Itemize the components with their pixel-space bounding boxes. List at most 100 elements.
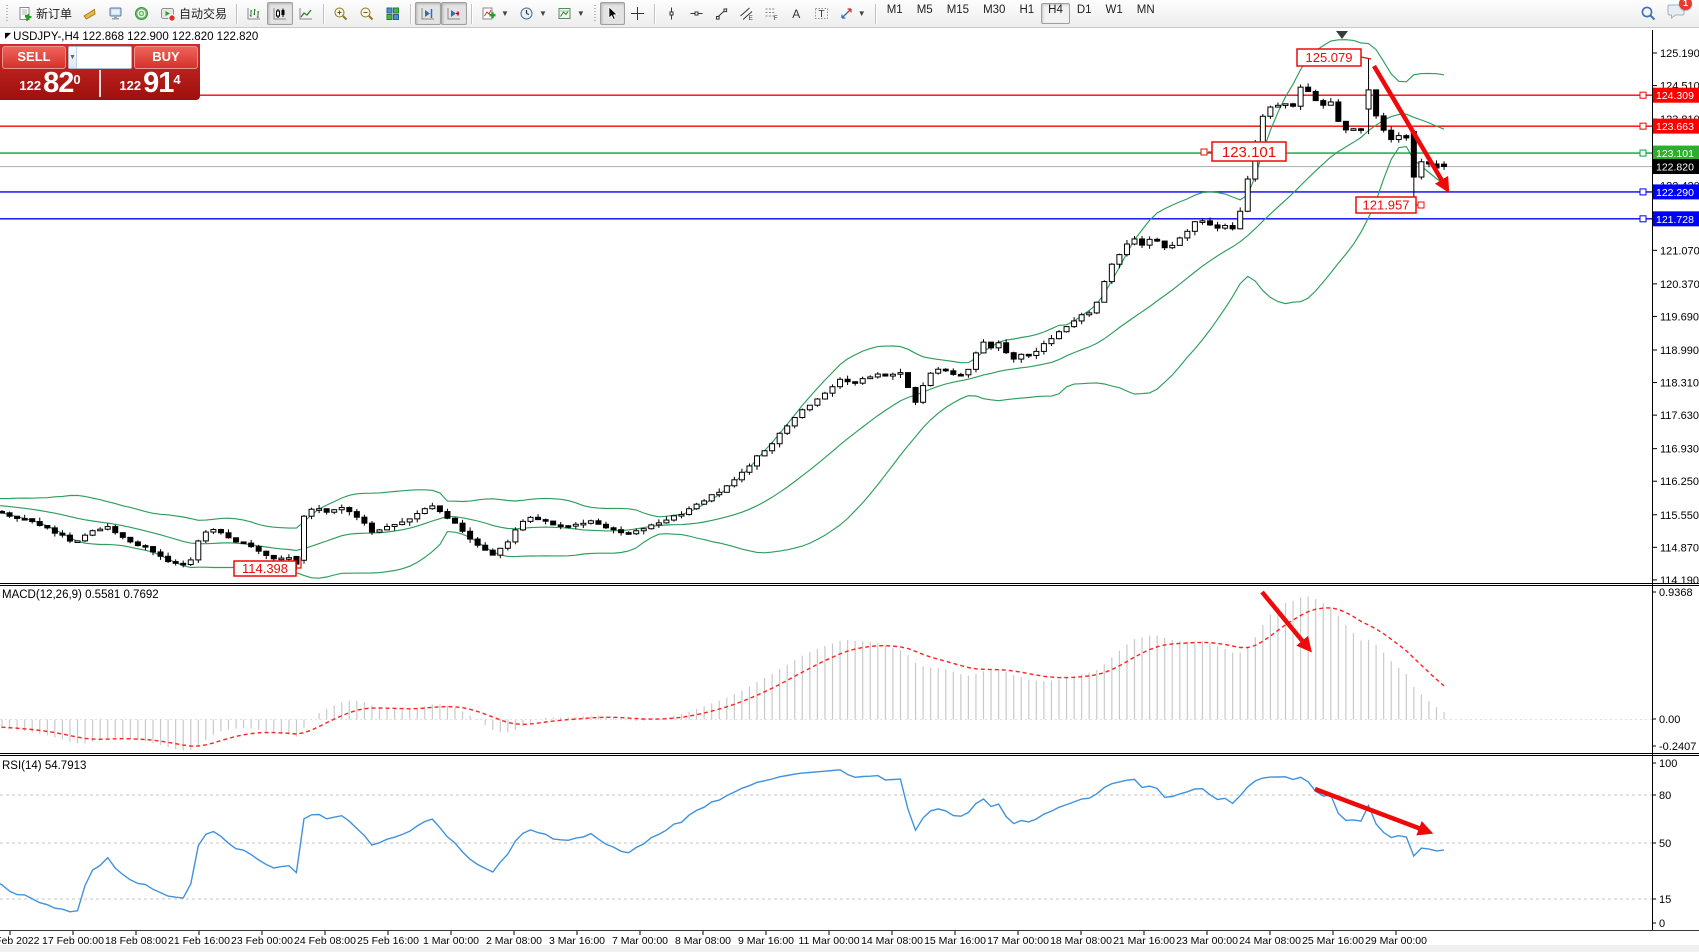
zoom-out-button[interactable] (354, 2, 380, 25)
date-tick-label: 21 Feb 16:00 (168, 935, 230, 947)
level-handle[interactable] (1640, 123, 1646, 129)
svg-text:A: A (792, 7, 800, 21)
macd-axis-label: -0.2407 (1659, 741, 1696, 753)
volume-input[interactable] (77, 47, 132, 68)
text-label-button[interactable]: T (809, 2, 834, 25)
volume-decrease-button[interactable]: ▼ (69, 47, 77, 68)
bar-chart-icon (246, 6, 262, 22)
market-watch-button[interactable] (77, 2, 103, 25)
level-handle[interactable] (1640, 216, 1646, 222)
date-tick-label: 25 Mar 16:00 (1302, 935, 1364, 947)
date-tick-label: 14 Mar 08:00 (861, 935, 923, 947)
tile-windows-button[interactable] (380, 2, 406, 25)
annotation-text: 121.957 (1363, 198, 1410, 213)
price-tick-label: 125.190 (1660, 48, 1699, 60)
toolbar-separator (654, 4, 655, 24)
price-tick-label: 114.190 (1660, 575, 1699, 587)
scroll-to-end-button[interactable] (415, 2, 441, 25)
equidistant-channel-icon: E (739, 6, 754, 21)
arrows-icon (839, 6, 854, 21)
buy-button[interactable]: BUY (134, 46, 198, 69)
toolbar: 新订单 自动交易 (0, 0, 1699, 28)
autotrading-button[interactable]: 自动交易 (155, 2, 232, 25)
date-tick-label: 17 Feb 00:00 (42, 935, 104, 947)
metaeditor-icon (108, 6, 124, 22)
tab-timeframe-m15[interactable]: M15 (940, 3, 976, 24)
vertical-line-button[interactable] (659, 2, 684, 25)
search-icon[interactable] (1640, 5, 1657, 22)
candle-chart-button[interactable] (267, 2, 293, 25)
sell-price-base: 122 (19, 76, 41, 96)
fibonacci-button[interactable]: F (759, 2, 784, 25)
price-annotation[interactable]: 123.101 (1201, 142, 1286, 161)
svg-text:T: T (818, 9, 824, 20)
fibonacci-icon: F (764, 6, 779, 21)
metaeditor-button[interactable] (103, 2, 129, 25)
tile-windows-icon (385, 6, 401, 22)
line-chart-button[interactable] (293, 2, 319, 25)
horizontal-line-button[interactable] (684, 2, 709, 25)
toolbar-grip[interactable] (5, 5, 9, 23)
text-icon: A (789, 6, 804, 21)
new-order-label: 新订单 (36, 5, 72, 22)
text-button[interactable]: A (784, 2, 809, 25)
zoom-in-button[interactable] (328, 2, 354, 25)
price-badge: 122.820 (1653, 159, 1699, 174)
price-annotation[interactable]: 125.079 (1297, 49, 1371, 66)
level-handle[interactable] (1640, 92, 1646, 98)
cursor-button[interactable] (600, 2, 625, 25)
macd-axis-label: 0.9368 (1659, 587, 1693, 599)
tab-timeframe-h4[interactable]: H4 (1041, 3, 1070, 24)
level-handle[interactable] (1640, 189, 1646, 195)
price-tick-label: 117.630 (1660, 410, 1699, 422)
trendline-button[interactable] (709, 2, 734, 25)
date-tick-label: 17 Mar 00:00 (987, 935, 1049, 947)
signals-icon (134, 6, 150, 22)
mt4-window: 新订单 自动交易 (0, 0, 1699, 952)
crosshair-button[interactable] (625, 2, 650, 25)
date-tick-label: 24 Feb 08:00 (294, 935, 356, 947)
bar-chart-button[interactable] (241, 2, 267, 25)
date-tick-label: 3 Mar 16:00 (549, 935, 605, 947)
buy-price[interactable]: 122 91 4 (102, 70, 198, 97)
cursor-icon (605, 6, 620, 21)
templates-button[interactable]: ▼ (552, 2, 590, 25)
tab-timeframe-m5[interactable]: M5 (910, 3, 940, 24)
notifications-button[interactable]: 1 (1667, 3, 1685, 24)
annotation-text: 123.101 (1222, 144, 1276, 161)
svg-text:122.290: 122.290 (1656, 187, 1694, 199)
tab-timeframe-mn[interactable]: MN (1130, 3, 1162, 24)
sell-price[interactable]: 122 82 0 (2, 70, 98, 97)
date-tick-label: 11 Mar 00:00 (798, 935, 859, 947)
price-badge: 124.309 (1653, 88, 1699, 103)
indicators-button[interactable]: ▼ (476, 2, 514, 25)
toolbar-grip[interactable] (593, 5, 597, 23)
new-order-button[interactable]: 新订单 (12, 2, 77, 25)
periods-button[interactable]: ▼ (514, 2, 552, 25)
tab-timeframe-h1[interactable]: H1 (1012, 3, 1041, 24)
autotrading-icon (160, 6, 176, 22)
date-tick-label: 18 Feb 08:00 (105, 935, 167, 947)
sell-button[interactable]: SELL (2, 46, 66, 69)
horizontal-line-icon (689, 6, 704, 21)
arrows-button[interactable]: ▼ (834, 2, 871, 25)
annotation-text: 114.398 (242, 561, 288, 576)
level-handle[interactable] (1640, 150, 1646, 156)
price-annotation[interactable]: 121.957 (1356, 197, 1424, 213)
svg-text:122.820: 122.820 (1656, 162, 1694, 174)
rsi-header: RSI(14) 54.7913 (2, 760, 86, 772)
tab-timeframe-w1[interactable]: W1 (1099, 3, 1130, 24)
tab-timeframe-m1[interactable]: M1 (880, 3, 910, 24)
tab-timeframe-m30[interactable]: M30 (976, 3, 1012, 24)
signals-button[interactable] (129, 2, 155, 25)
price-badge: 122.290 (1653, 184, 1699, 199)
auto-scroll-button[interactable] (441, 2, 467, 25)
chart-canvas[interactable]: 125.190124.510123.810123.120122.420121.7… (0, 0, 1699, 952)
line-chart-icon (298, 6, 314, 22)
date-tick-label: 2 Mar 08:00 (486, 935, 542, 947)
equidistant-channel-button[interactable]: E (734, 2, 759, 25)
buy-price-pips: 91 (143, 70, 173, 96)
svg-text:F: F (774, 15, 778, 21)
scroll-to-end-icon (420, 6, 436, 22)
tab-timeframe-d1[interactable]: D1 (1070, 3, 1099, 24)
